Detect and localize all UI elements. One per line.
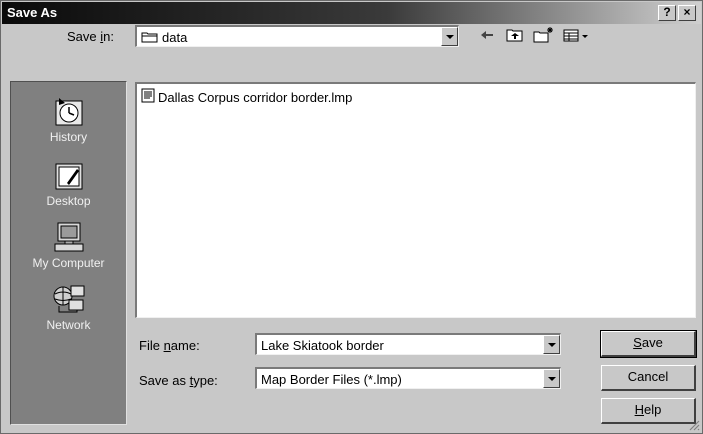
- file-name-value[interactable]: Lake Skiatook border: [261, 338, 384, 353]
- places-bar: History Desktop My Computer Network: [10, 81, 127, 425]
- save-in-label: Save in:: [67, 29, 114, 44]
- list-item[interactable]: Dallas Corpus corridor border.lmp: [141, 88, 352, 106]
- chevron-down-icon: [548, 343, 556, 347]
- folder-icon: [141, 31, 159, 46]
- cancel-button[interactable]: Cancel: [601, 365, 696, 391]
- file-name-text: Dallas Corpus corridor border.lmp: [158, 89, 353, 105]
- document-icon: [141, 88, 155, 106]
- close-button[interactable]: ×: [678, 5, 696, 21]
- save-button[interactable]: Save: [600, 330, 697, 358]
- chevron-down-icon: [446, 35, 454, 39]
- up-folder-icon[interactable]: [504, 24, 526, 46]
- places-history[interactable]: History: [11, 94, 126, 144]
- title-bar[interactable]: Save As ? ×: [2, 2, 701, 24]
- places-history-label: History: [49, 130, 88, 144]
- network-icon: [49, 282, 89, 316]
- places-my-computer-label: My Computer: [32, 256, 105, 270]
- save-as-type-dropdown-button[interactable]: [543, 369, 560, 388]
- history-icon: [49, 94, 89, 128]
- save-in-combo[interactable]: data: [135, 25, 459, 47]
- file-name-label: File name:: [139, 338, 200, 353]
- view-menu-icon[interactable]: [561, 24, 591, 46]
- dialog-title: Save As: [7, 5, 58, 20]
- places-my-computer[interactable]: My Computer: [11, 220, 126, 270]
- chevron-down-icon: [548, 377, 556, 381]
- places-network[interactable]: Network: [11, 282, 126, 332]
- new-folder-icon[interactable]: [531, 24, 555, 46]
- save-as-type-label: Save as type:: [139, 373, 218, 388]
- resize-grip[interactable]: [688, 419, 700, 431]
- save-in-value: data: [162, 30, 188, 45]
- places-desktop-label: Desktop: [46, 194, 91, 208]
- save-as-dialog: Save As ? × Save in: data History Deskto…: [0, 0, 703, 434]
- help-dialog-button[interactable]: Help: [601, 398, 696, 424]
- help-button[interactable]: ?: [658, 5, 676, 21]
- my-computer-icon: [49, 220, 89, 254]
- save-as-type-value: Map Border Files (*.lmp): [261, 372, 402, 387]
- places-desktop[interactable]: Desktop: [11, 158, 126, 208]
- file-name-field[interactable]: Lake Skiatook border: [255, 333, 561, 355]
- save-as-type-combo[interactable]: Map Border Files (*.lmp): [255, 367, 561, 389]
- file-name-dropdown-button[interactable]: [543, 335, 560, 354]
- desktop-icon: [49, 158, 89, 192]
- save-in-dropdown-button[interactable]: [441, 27, 458, 46]
- places-network-label: Network: [46, 318, 91, 332]
- back-arrow-icon[interactable]: [477, 24, 497, 46]
- file-list[interactable]: Dallas Corpus corridor border.lmp: [135, 82, 696, 318]
